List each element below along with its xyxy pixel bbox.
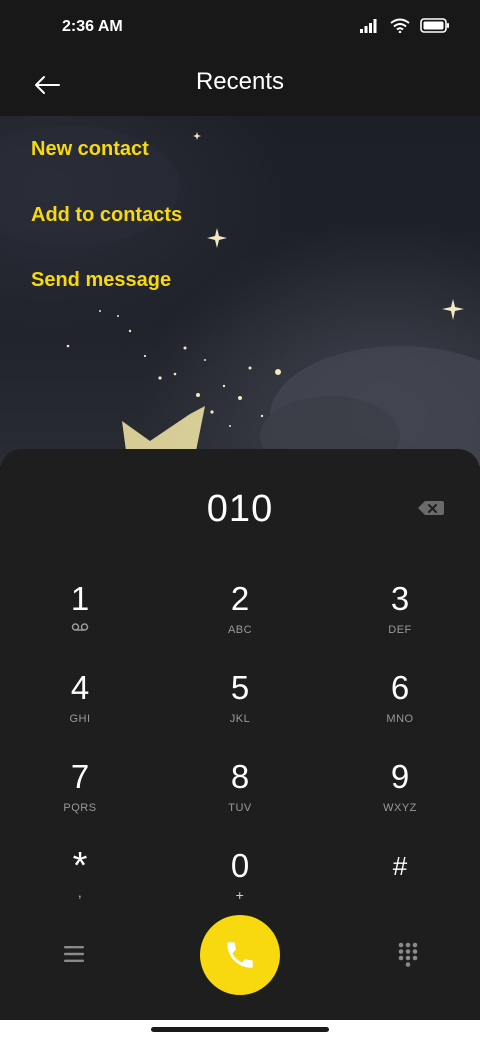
key-letters: PQRS bbox=[63, 802, 97, 814]
key-digit: 1 bbox=[70, 580, 90, 617]
key-3[interactable]: 3 DEF bbox=[340, 580, 460, 660]
key-letters: + bbox=[235, 887, 245, 903]
dialed-number[interactable]: 010 bbox=[0, 488, 480, 531]
app-bar: Recents bbox=[0, 56, 480, 116]
key-digit: * bbox=[72, 845, 88, 887]
wallpaper-area: New contact Add to contacts Send message bbox=[0, 116, 480, 466]
call-button[interactable] bbox=[200, 915, 280, 995]
add-to-contacts-link[interactable]: Add to contacts bbox=[31, 204, 182, 227]
key-4[interactable]: 4 GHI bbox=[20, 669, 140, 749]
home-indicator[interactable] bbox=[151, 1027, 329, 1032]
key-5[interactable]: 5 JKL bbox=[180, 669, 300, 749]
key-2[interactable]: 2 ABC bbox=[180, 580, 300, 660]
key-1[interactable]: 1 bbox=[20, 580, 140, 660]
backspace-button[interactable] bbox=[417, 498, 445, 518]
status-icons bbox=[360, 18, 450, 33]
key-letters: DEF bbox=[388, 624, 412, 636]
key-digit: 4 bbox=[70, 669, 90, 706]
dialpad-toggle-button[interactable] bbox=[394, 940, 422, 968]
signal-icon bbox=[360, 18, 377, 33]
key-digit: 5 bbox=[230, 669, 250, 706]
key-letters: JKL bbox=[229, 713, 251, 725]
key-7[interactable]: 7 PQRS bbox=[20, 758, 140, 838]
key-digit: 9 bbox=[390, 758, 410, 795]
key-hash[interactable]: # bbox=[340, 847, 460, 927]
send-message-link[interactable]: Send message bbox=[31, 269, 171, 292]
key-digit: 6 bbox=[390, 669, 410, 706]
new-contact-link[interactable]: New contact bbox=[31, 138, 149, 161]
key-digit: 2 bbox=[230, 580, 250, 617]
key-letters: MNO bbox=[386, 713, 414, 725]
key-digit: 8 bbox=[230, 758, 250, 795]
key-letters: WXYZ bbox=[383, 802, 417, 814]
battery-icon bbox=[420, 18, 449, 33]
dialpad-icon bbox=[398, 942, 418, 967]
key-letters: , bbox=[77, 885, 83, 900]
key-8[interactable]: 8 TUV bbox=[180, 758, 300, 838]
key-letters: TUV bbox=[228, 802, 252, 814]
key-digit: # bbox=[392, 851, 408, 881]
status-time: 2:36 AM bbox=[62, 18, 123, 35]
key-digit: 7 bbox=[70, 758, 90, 795]
wifi-icon bbox=[390, 18, 410, 33]
backspace-icon bbox=[418, 501, 444, 515]
key-6[interactable]: 6 MNO bbox=[340, 669, 460, 749]
key-digit: 3 bbox=[390, 580, 410, 617]
menu-icon bbox=[64, 946, 84, 962]
key-9[interactable]: 9 WXYZ bbox=[340, 758, 460, 838]
key-star[interactable]: * , bbox=[20, 847, 140, 927]
voicemail-icon bbox=[71, 623, 89, 631]
key-digit: 0 bbox=[230, 847, 250, 884]
key-letters: ABC bbox=[227, 624, 253, 636]
phone-icon bbox=[227, 942, 253, 968]
status-bar: 2:36 AM bbox=[0, 0, 480, 56]
menu-button[interactable] bbox=[60, 940, 88, 968]
page-title: Recents bbox=[195, 68, 285, 95]
key-letters: GHI bbox=[69, 713, 91, 725]
